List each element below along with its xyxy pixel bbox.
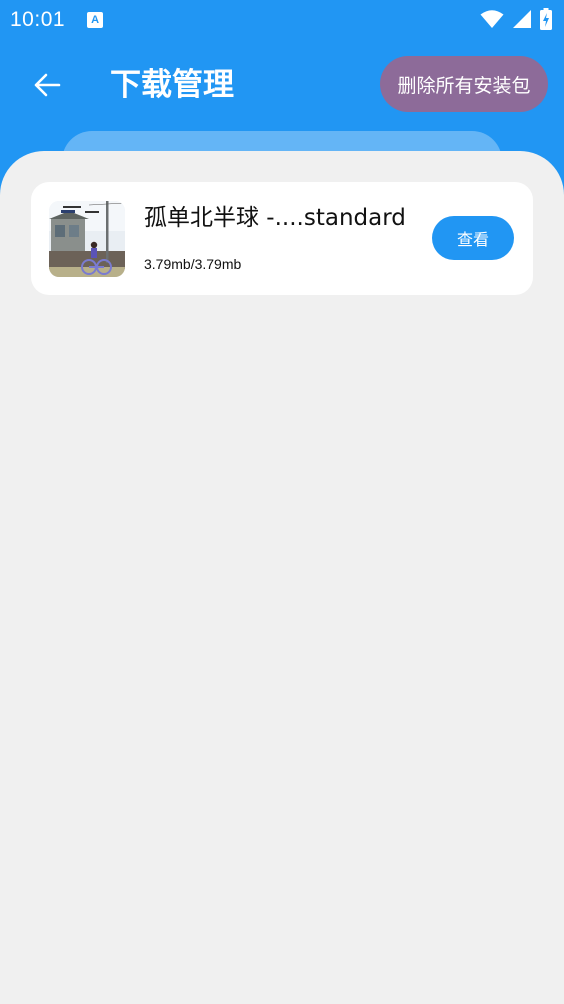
- back-button[interactable]: [22, 60, 72, 110]
- download-item-card[interactable]: 孤单北半球 -....standard 3.79mb/3.79mb 查看: [31, 182, 533, 295]
- download-manager-screen: 10:01 A 下载管理 删除所有安装包 孤单北半球 -....standard…: [0, 0, 564, 1004]
- page-title: 下载管理: [110, 67, 234, 103]
- status-icons: [480, 8, 552, 30]
- delete-all-packages-button[interactable]: 删除所有安装包: [380, 56, 548, 112]
- wifi-icon: [480, 10, 504, 28]
- app-thumbnail: [49, 201, 125, 277]
- view-button[interactable]: 查看: [432, 216, 514, 260]
- toolbar: 下载管理 删除所有安装包: [0, 56, 564, 114]
- arrow-left-icon: [34, 73, 61, 97]
- status-bar: 10:01 A: [0, 0, 564, 40]
- download-size: 3.79mb/3.79mb: [144, 256, 242, 272]
- battery-charging-icon: [540, 8, 552, 30]
- app-thumbnail-image: [49, 201, 125, 277]
- signal-icon: [513, 10, 531, 28]
- status-time: 10:01: [10, 8, 66, 31]
- app-name: 孤单北半球 -....standard: [144, 205, 406, 231]
- notification-a-icon: A: [87, 12, 104, 28]
